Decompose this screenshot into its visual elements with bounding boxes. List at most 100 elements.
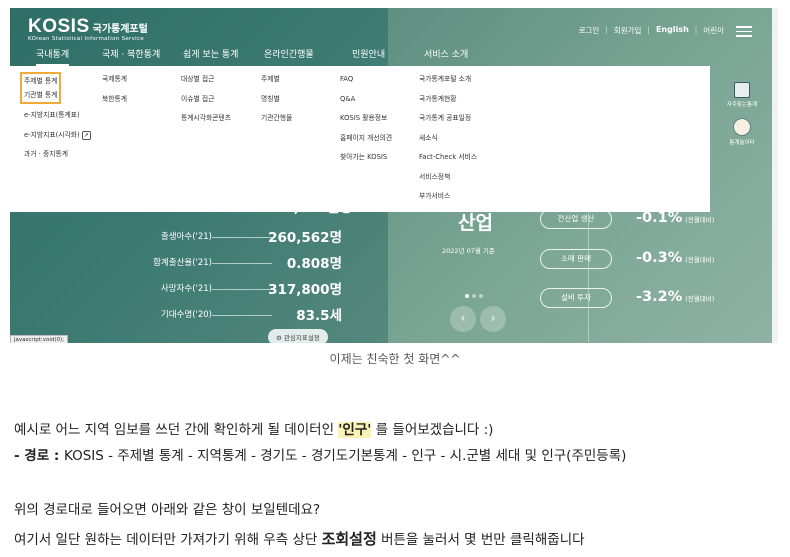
menu-item-by-name[interactable]: 명칭별 xyxy=(261,90,292,110)
quick-item-favorite[interactable]: 자주찾는통계 xyxy=(722,82,762,108)
document-search-icon xyxy=(734,82,750,98)
menu-item-by-issue[interactable]: 이슈별 접근 xyxy=(181,90,231,110)
menu-item-international[interactable]: 국제통계 xyxy=(102,70,127,90)
population-value: 5,165만명 xyxy=(284,208,352,216)
menu-item-label: 주제별 통계 xyxy=(24,77,58,85)
stat-row[interactable]: 기대수명('20) 83.5세 xyxy=(110,304,342,330)
menu-item-qna[interactable]: Q&A xyxy=(340,90,392,110)
menu-item-faq[interactable]: FAQ xyxy=(340,70,392,90)
interest-settings-button[interactable]: ⚙ 관심지표설정 xyxy=(268,329,328,343)
stat-value: 83.5세 xyxy=(296,308,342,324)
prev-arrow-icon[interactable]: ‹ xyxy=(450,306,476,332)
divider: | xyxy=(694,25,698,34)
menu-item-label: e-지방지표(시각화) xyxy=(24,130,80,139)
indicator-divider xyxy=(588,212,589,342)
menu-item-fact-check[interactable]: Fact-Check 서비스 xyxy=(419,148,477,168)
menu-item-agency-pubs[interactable]: 기관간행물 xyxy=(261,109,292,129)
indicator-button-production[interactable]: 전산업 생산 xyxy=(540,209,612,229)
stat-divider xyxy=(212,315,272,316)
menu-item-north-korea[interactable]: 북한통계 xyxy=(102,90,127,110)
indicator-button-investment[interactable]: 설비 투자 xyxy=(540,288,612,308)
menu-item-service-policy[interactable]: 서비스정책 xyxy=(419,168,477,188)
kosis-screenshot: KOSIS 국가통계포털 KOrean Statistical Informati… xyxy=(10,8,772,343)
menu-col-civil: FAQ Q&A KOSIS 활용정보 홈페이지 개선의견 찾아가는 KOSIS xyxy=(340,70,392,168)
logo-kr: 국가통계포털 xyxy=(92,24,148,35)
bold-term: 조회설정 xyxy=(321,530,377,548)
nav-civil-service[interactable]: 민원안내 xyxy=(352,47,385,60)
indicator-note: (전월대비) xyxy=(685,216,715,224)
indicator-button-retail[interactable]: 소매 판매 xyxy=(540,249,612,269)
menu-item-past-stats[interactable]: 과거 · 중지통계 xyxy=(24,145,91,165)
kosis-logo[interactable]: KOSIS 국가통계포털 KOrean Statistical Informati… xyxy=(28,16,148,42)
stat-row[interactable]: 사망자수('21) 317,800명 xyxy=(110,278,342,304)
menu-item-subject-stats[interactable]: 주제별 통계기관별 통계 xyxy=(20,72,62,104)
slider-dot[interactable] xyxy=(479,294,483,298)
slider-dots xyxy=(465,283,486,302)
menu-item-local-visual[interactable]: e-지방지표(시각화) ↗ xyxy=(24,126,91,146)
login-link[interactable]: 로그인 xyxy=(579,25,600,36)
scrollbar[interactable] xyxy=(772,8,778,343)
menu-item-visiting-kosis[interactable]: 찾아가는 KOSIS xyxy=(340,148,392,168)
paragraph-path: - 경로 : KOSIS - 주제별 통계 - 지역통계 - 경기도 - 경기도… xyxy=(14,444,626,464)
nav-easy-stats[interactable]: 쉽게 보는 통계 xyxy=(183,47,238,60)
menu-item-by-subject[interactable]: 주제별 xyxy=(261,70,292,90)
menu-col-easy: 대상별 접근 이슈별 접근 통계시각화콘텐츠 xyxy=(181,70,231,129)
indicator-pct: -0.3% xyxy=(636,250,683,266)
stat-label: 합계출산율('21) xyxy=(153,258,212,268)
stat-label: 출생아수('21) xyxy=(160,232,212,242)
nav-domestic-stats[interactable]: 국내통계 xyxy=(36,47,70,66)
indicator-value: -3.2% (전월대비) xyxy=(636,289,714,305)
indicator-pct: -0.1% xyxy=(636,210,683,226)
nav-service-intro[interactable]: 서비스 소개 xyxy=(424,47,468,60)
indicator-note: (전월대비) xyxy=(685,256,715,264)
slider-dot[interactable] xyxy=(472,294,476,298)
menu-item-visual-content[interactable]: 통계시각화콘텐츠 xyxy=(181,109,231,129)
paragraph-window: 위의 경로대로 들어오면 아래와 같은 창이 보일텐데요? xyxy=(14,502,321,518)
logo-main: KOSIS xyxy=(28,16,90,37)
stat-divider xyxy=(212,289,272,290)
character-face-icon xyxy=(733,118,751,136)
path-label: - 경로 : xyxy=(14,448,64,464)
para-text: 여기서 일단 원하는 데이터만 가져가기 위해 우측 상단 xyxy=(14,532,322,548)
menu-col-international: 국제통계 북한통계 xyxy=(102,70,127,109)
menu-item-usage-info[interactable]: KOSIS 활용정보 xyxy=(340,109,392,129)
english-link[interactable]: English xyxy=(656,25,689,36)
menu-hamburger-icon[interactable] xyxy=(736,26,752,40)
menu-item-news[interactable]: 새소식 xyxy=(419,129,477,149)
stat-row[interactable]: 출생아수('21) 260,562명 xyxy=(110,226,342,252)
paragraph-example: 예시로 어느 지역 임보를 쓰던 간에 확인하게 될 데이터인 '인구' 를 들… xyxy=(14,418,493,438)
kids-link[interactable]: 어린이 xyxy=(703,25,724,36)
quick-item-label: 통계놀이터 xyxy=(729,140,755,146)
mega-menu: 주제별 통계기관별 통계 e-지방지표(통계표) e-지방지표(시각화) ↗ 과거… xyxy=(10,66,710,212)
stat-label: 사망자수('21) xyxy=(160,284,212,294)
join-link[interactable]: 회원가입 xyxy=(614,25,642,36)
menu-item-stats-status[interactable]: 국가통계현황 xyxy=(419,90,477,110)
quick-menu: 자주찾는통계 통계놀이터 xyxy=(722,82,762,146)
external-link-icon: ↗ xyxy=(81,130,91,140)
quick-item-playground[interactable]: 통계놀이터 xyxy=(722,118,762,146)
menu-item-feedback[interactable]: 홈페이지 개선의견 xyxy=(340,129,392,149)
industry-title: 산업 xyxy=(458,212,493,234)
menu-item-release-schedule[interactable]: 국가통계 공표일정 xyxy=(419,109,477,129)
slider-dot[interactable] xyxy=(465,294,469,298)
indicator-value: -0.3% (전월대비) xyxy=(636,250,714,266)
stat-label: 기대수명('20) xyxy=(160,310,212,320)
menu-item-portal-intro[interactable]: 국가통계포털 소개 xyxy=(419,70,477,90)
para-text: 예시로 어느 지역 임보를 쓰던 간에 확인하게 될 데이터인 xyxy=(14,422,339,438)
nav-online-publications[interactable]: 온라인간행물 xyxy=(264,47,314,60)
global-nav: 국내통계 국제 · 북한통계 쉽게 보는 통계 온라인간행물 민원안내 서비스 … xyxy=(10,44,772,66)
menu-item-by-target[interactable]: 대상별 접근 xyxy=(181,70,231,90)
browser-status-text: javascript:void(0); xyxy=(10,335,68,343)
highlighted-term: '인구' xyxy=(338,422,372,438)
indicator-value: -0.1% (전월대비) xyxy=(636,210,714,226)
divider: | xyxy=(647,25,650,34)
stat-value: 0.808명 xyxy=(286,256,342,272)
menu-item-extra-service[interactable]: 부가서비스 xyxy=(419,187,477,207)
menu-item-agency-stats[interactable]: 기관별 통계 xyxy=(24,91,57,99)
stat-value: 260,562명 xyxy=(268,230,342,246)
menu-item-local-table[interactable]: e-지방지표(통계표) xyxy=(24,106,91,126)
next-arrow-icon[interactable]: › xyxy=(480,306,506,332)
nav-international-stats[interactable]: 국제 · 북한통계 xyxy=(102,47,160,60)
stat-row[interactable]: 합계출산율('21) 0.808명 xyxy=(110,252,342,278)
divider: | xyxy=(605,25,608,34)
